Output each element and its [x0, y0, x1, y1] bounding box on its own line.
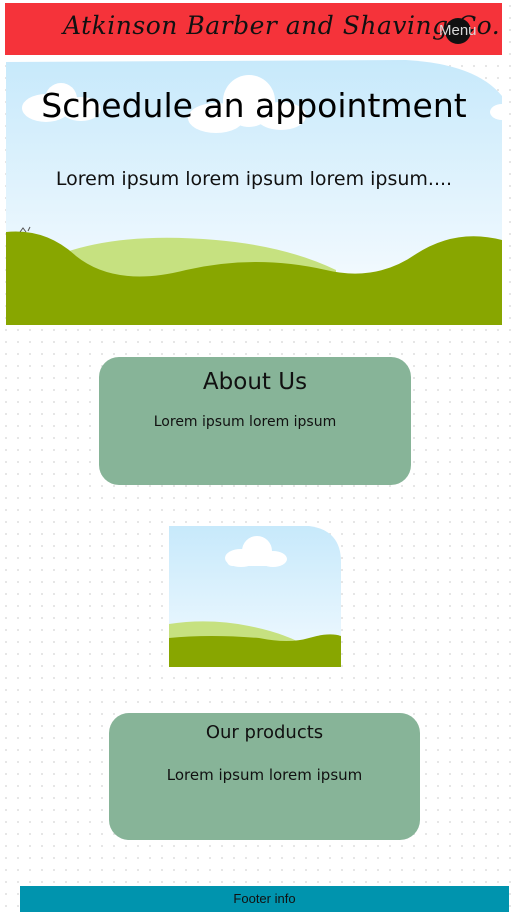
about-us-card[interactable]: About Us Lorem ipsum lorem ipsum [99, 357, 411, 485]
menu-label: Menu [439, 22, 477, 39]
our-products-body: Lorem ipsum lorem ipsum [166, 766, 363, 784]
landscape-image-icon [169, 526, 341, 667]
site-logo[interactable]: Atkinson Barber and Shaving Co. [63, 11, 500, 40]
hero-banner: Schedule an appointment Lorem ipsum lore… [6, 56, 502, 325]
about-us-title: About Us [202, 369, 308, 395]
our-products-card[interactable]: Our products Lorem ipsum lorem ipsum [109, 713, 420, 840]
about-us-body: Lorem ipsum lorem ipsum [153, 414, 337, 430]
hero-subtitle: Lorem ipsum lorem ipsum lorem ipsum.... [55, 168, 453, 190]
site-footer: Footer info [20, 886, 509, 912]
site-header: Atkinson Barber and Shaving Co. Menu [5, 3, 502, 55]
menu-button[interactable]: Menu [439, 17, 477, 47]
hero-title: Schedule an appointment [41, 86, 467, 125]
our-products-title: Our products [205, 722, 324, 743]
